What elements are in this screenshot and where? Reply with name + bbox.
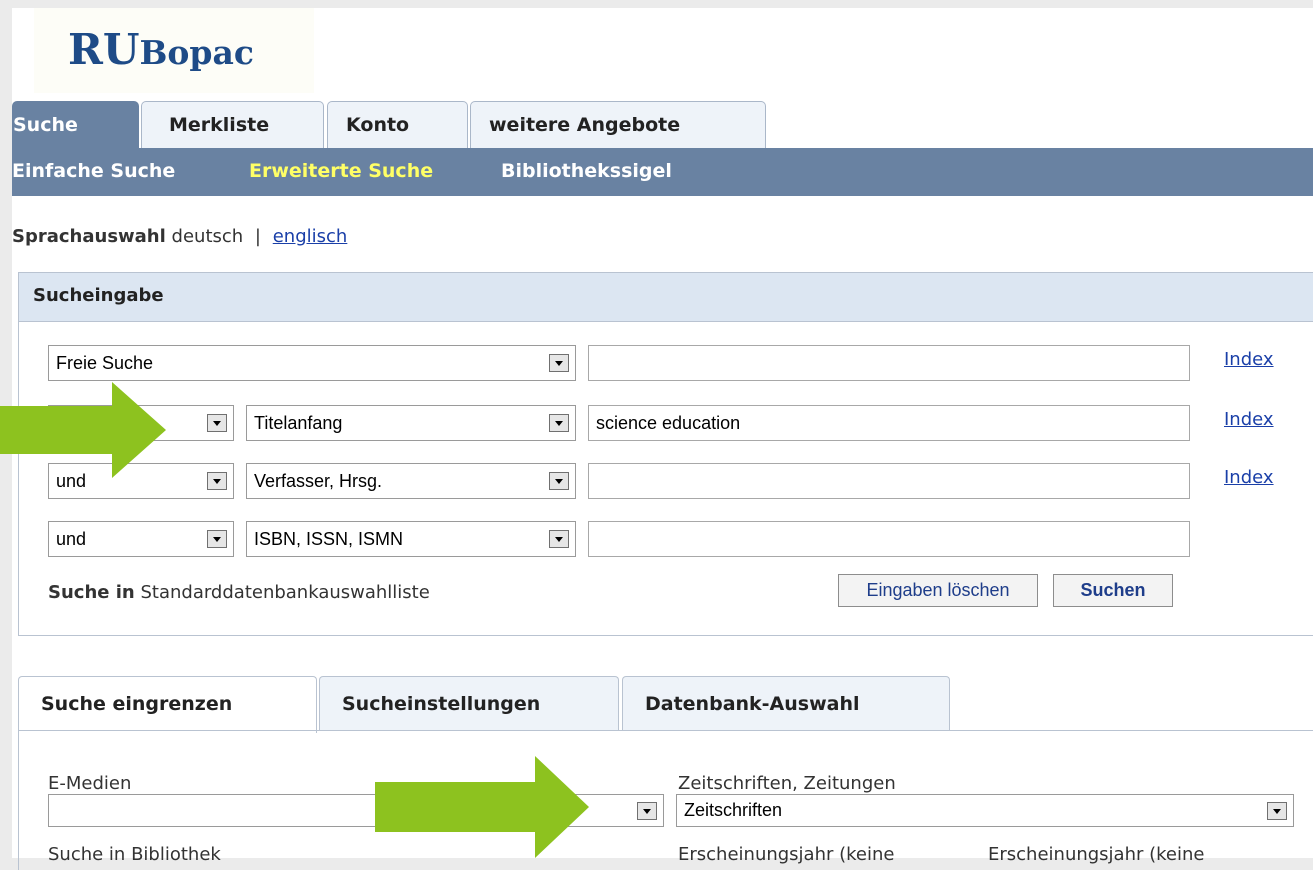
chevron-down-icon	[637, 802, 657, 820]
page: RUBopac Suche Merkliste Konto weitere An…	[12, 8, 1313, 870]
field-select-3[interactable]: Verfasser, Hrsg.	[246, 463, 576, 499]
field-select-1[interactable]: Freie Suche	[48, 345, 576, 381]
search-input-1[interactable]	[588, 345, 1190, 381]
tab-weitere-angebote[interactable]: weitere Angebote	[470, 101, 766, 148]
index-link-3[interactable]: Index	[1224, 467, 1274, 488]
operator-select-4[interactable]: und	[48, 521, 234, 557]
chevron-down-icon	[207, 414, 227, 432]
chevron-down-icon	[207, 530, 227, 548]
language-separator: |	[254, 226, 261, 247]
chevron-down-icon	[207, 472, 227, 490]
language-selector: Sprachauswahl deutsch | englisch	[12, 226, 347, 247]
tab-datenbank-auswahl[interactable]: Datenbank-Auswahl	[622, 676, 950, 731]
subnav-einfache-suche[interactable]: Einfache Suche	[12, 148, 175, 195]
zeitschriften-label: Zeitschriften, Zeitungen	[678, 773, 896, 794]
erscheinungsjahr-label-1: Erscheinungsjahr (keine	[678, 844, 895, 865]
search-button[interactable]: Suchen	[1053, 574, 1173, 607]
subnav-bibliothekssigel[interactable]: Bibliothekssigel	[501, 148, 672, 195]
index-link-1[interactable]: Index	[1224, 349, 1274, 370]
index-link-2[interactable]: Index	[1224, 409, 1274, 430]
subnav: Einfache Suche Erweiterte Suche Biblioth…	[12, 148, 1313, 196]
chevron-down-icon	[549, 354, 569, 372]
search-input-3[interactable]	[588, 463, 1190, 499]
green-arrow-icon	[375, 756, 589, 858]
logo-area: RUBopac	[34, 8, 314, 93]
emedien-label: E-Medien	[48, 773, 132, 794]
tab-konto[interactable]: Konto	[327, 101, 468, 148]
search-input-2[interactable]: science education	[588, 405, 1190, 441]
zeitschriften-select[interactable]: Zeitschriften	[676, 794, 1294, 827]
field-select-2[interactable]: Titelanfang	[246, 405, 576, 441]
clear-button[interactable]: Eingaben löschen	[838, 574, 1038, 607]
chevron-down-icon	[549, 530, 569, 548]
chevron-down-icon	[549, 472, 569, 490]
tab-suche[interactable]: Suche	[12, 101, 139, 148]
green-arrow-icon	[0, 382, 166, 478]
language-current: deutsch	[171, 226, 244, 247]
tab-sucheinstellungen[interactable]: Sucheinstellungen	[319, 676, 619, 731]
tab-merkliste[interactable]: Merkliste	[141, 101, 324, 148]
chevron-down-icon	[1267, 802, 1287, 820]
erscheinungsjahr-label-2: Erscheinungsjahr (keine	[988, 844, 1205, 865]
rubopac-logo[interactable]: RUBopac	[68, 25, 254, 74]
bibliothek-label: Suche in Bibliothek	[48, 844, 221, 865]
search-in-text: Suche in Standarddatenbankauswahlliste	[48, 582, 430, 603]
field-select-4[interactable]: ISBN, ISSN, ISMN	[246, 521, 576, 557]
subnav-erweiterte-suche[interactable]: Erweiterte Suche	[249, 148, 433, 195]
chevron-down-icon	[549, 414, 569, 432]
search-input-4[interactable]	[588, 521, 1190, 557]
tab-suche-eingrenzen[interactable]: Suche eingrenzen	[18, 676, 317, 733]
language-englisch-link[interactable]: englisch	[273, 226, 348, 247]
language-label: Sprachauswahl	[12, 226, 166, 247]
search-in-database-link[interactable]: Standarddatenbankauswahlliste	[140, 582, 429, 603]
main-tabs: Suche Merkliste Konto weitere Angebote	[12, 101, 1313, 149]
search-panel-heading: Sucheingabe	[19, 273, 1313, 322]
